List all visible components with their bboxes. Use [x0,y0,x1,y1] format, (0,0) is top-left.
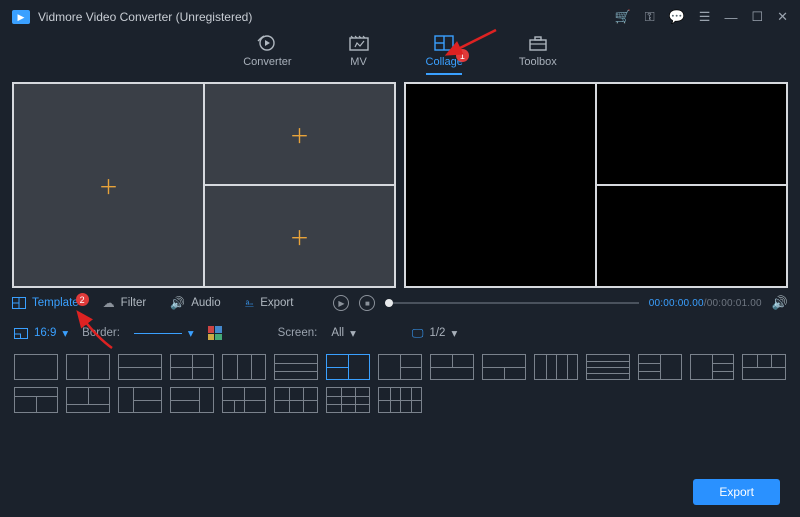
monitor-icon: 🖵 [412,326,424,341]
volume-icon[interactable]: 🔊 [772,295,788,311]
key-icon[interactable]: ⚿ [645,9,655,25]
template-thumb-selected[interactable] [326,354,370,380]
export-icon: ⎁ [245,296,255,311]
template-thumb[interactable] [274,354,318,380]
template-grid [0,348,800,413]
collage-cell[interactable]: ＋ [13,83,204,287]
aspect-icon [14,328,28,339]
template-icon [12,297,26,309]
panel-tab-audio[interactable]: 🔊 Audio [170,296,220,310]
border-label: Border: [82,327,120,339]
aspect-select[interactable]: 16:9 ▾ [14,326,68,340]
template-thumb[interactable] [378,354,422,380]
feedback-icon[interactable]: 💬 [669,9,685,25]
panel-tab-export[interactable]: ⎁ Export [245,296,294,311]
template-thumb[interactable] [638,354,682,380]
tab-mv[interactable]: MV [348,34,370,72]
template-thumb[interactable] [534,354,578,380]
preview-cell [596,185,787,287]
add-icon: ＋ [290,120,310,149]
preview-panel [404,82,788,288]
collage-editor[interactable]: ＋ ＋ ＋ [12,82,396,288]
add-icon: ＋ [290,222,310,251]
template-thumb[interactable] [14,354,58,380]
chevron-down-icon: ▾ [188,326,194,340]
template-thumb[interactable] [274,387,318,413]
template-thumb[interactable] [742,354,786,380]
template-thumb[interactable] [222,354,266,380]
template-thumb[interactable] [170,354,214,380]
template-thumb[interactable] [482,354,526,380]
template-thumb[interactable] [690,354,734,380]
time-display: 00:00:00.00/00:00:01.00 [649,298,762,309]
template-thumb[interactable] [118,387,162,413]
border-style-select[interactable]: ▾ [134,326,194,340]
player-controls: ▶ ■ 00:00:00.00/00:00:01.00 🔊 [333,295,788,311]
screen-label: Screen: [278,327,318,339]
main-tabs: Converter MV Collage 1 Toolbox [0,34,800,82]
template-thumb[interactable] [586,354,630,380]
footer: Export [693,479,780,505]
tab-converter[interactable]: Converter [243,34,291,72]
work-area: ＋ ＋ ＋ [0,82,800,288]
tab-collage[interactable]: Collage 1 [426,34,463,72]
template-thumb[interactable] [378,387,422,413]
annotation-badge-2: 2 [76,293,89,306]
play-button[interactable]: ▶ [333,295,349,311]
screen-select[interactable]: All▾ [331,326,356,340]
filter-icon: ☁ [103,296,115,310]
panel-tabs: Template 2 ☁ Filter 🔊 Audio ⎁ Export ▶ ■… [0,288,800,318]
minimize-icon[interactable]: — [724,10,737,25]
collage-cell[interactable]: ＋ [204,185,395,287]
mv-icon [348,34,370,52]
chevron-down-icon: ▾ [350,326,356,340]
export-button[interactable]: Export [693,479,780,505]
chevron-down-icon: ▾ [451,326,457,340]
app-logo-icon: ▶ [12,10,30,24]
template-thumb[interactable] [118,354,162,380]
converter-icon [256,34,278,52]
add-icon: ＋ [99,171,119,200]
annotation-badge-1: 1 [456,49,469,62]
template-thumb[interactable] [430,354,474,380]
template-thumb[interactable] [66,354,110,380]
toolbox-icon [527,34,549,52]
template-thumb[interactable] [326,387,370,413]
preview-cell [405,83,596,287]
template-options: 16:9 ▾ Border: ▾ Screen: All▾ 🖵 1/2 ▾ [0,318,800,348]
menu-icon[interactable]: ☰ [699,9,711,25]
maximize-icon[interactable]: ☐ [751,9,763,25]
title-bar: ▶ Vidmore Video Converter (Unregistered)… [0,0,800,34]
close-icon[interactable]: ✕ [777,9,788,25]
chevron-down-icon: ▾ [62,326,68,340]
window-controls: 🛒 ⚿ 💬 ☰ — ☐ ✕ [615,9,789,25]
audio-icon: 🔊 [170,296,185,310]
collage-cell[interactable]: ＋ [204,83,395,185]
cart-icon[interactable]: 🛒 [615,9,631,25]
template-thumb[interactable] [222,387,266,413]
collage-icon [433,34,455,52]
timeline-slider[interactable] [385,302,638,304]
preview-cell [596,83,787,185]
panel-tab-filter[interactable]: ☁ Filter [103,296,147,310]
window-title: Vidmore Video Converter (Unregistered) [38,10,607,24]
template-thumb[interactable] [14,387,58,413]
template-thumb[interactable] [66,387,110,413]
tab-toolbox[interactable]: Toolbox [519,34,557,72]
stop-button[interactable]: ■ [359,295,375,311]
template-thumb[interactable] [170,387,214,413]
border-color-picker[interactable] [208,326,222,340]
panel-tab-template[interactable]: Template 2 [12,297,79,309]
timeline-knob[interactable] [385,299,393,307]
page-select[interactable]: 🖵 1/2 ▾ [412,326,457,341]
